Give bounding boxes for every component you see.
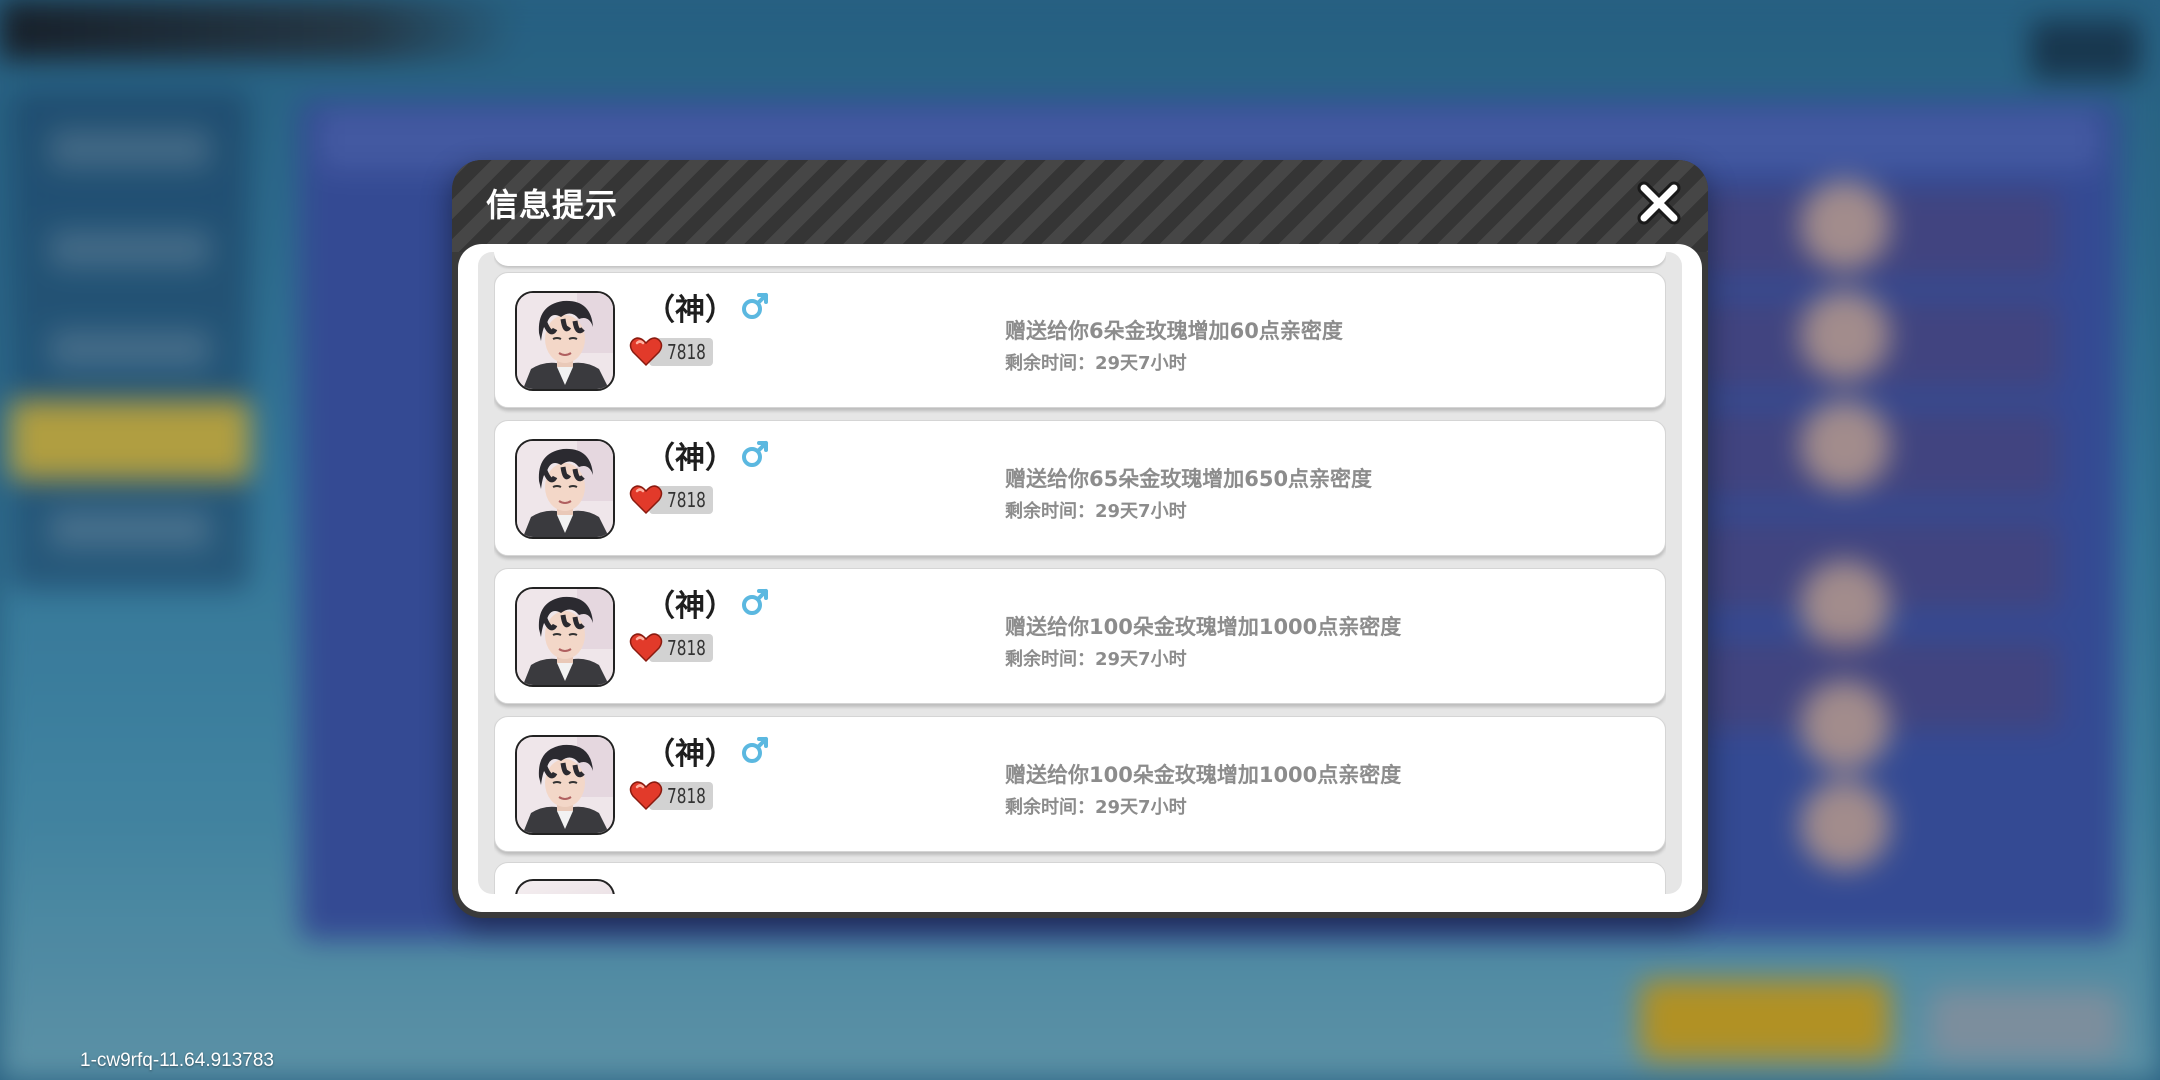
game-screen: 信息提示 （神） 7818 赠送给你6朵金玫瑰增加60点亲密度 剩余时间：29天… [0,0,2160,1080]
gift-message: 赠送给你100朵金玫瑰增加1000点亲密度 [1005,615,1402,639]
message-card[interactable]: （神） 7818 赠送给你100朵金玫瑰增加1000点亲密度 剩余时间：29天7… [494,716,1666,852]
close-button[interactable] [1636,180,1682,226]
avatar[interactable] [515,735,615,835]
message-card[interactable]: （神） 7818 赠送给你6朵金玫瑰增加60点亲密度 剩余时间：29天7小时 [494,272,1666,408]
portrait-image [517,589,613,685]
remaining-time: 剩余时间：29天7小时 [1005,649,1187,670]
intimacy-value: 7818 [667,340,706,364]
player-name: （神） [645,589,735,624]
dialog-body: （神） 7818 赠送给你6朵金玫瑰增加60点亲密度 剩余时间：29天7小时 （… [458,244,1702,912]
list-item-partial-top [494,252,1666,266]
male-gender-icon [742,293,768,319]
message-card[interactable]: （神） 7818 赠送给你65朵金玫瑰增加650点亲密度 剩余时间：29天7小时 [494,420,1666,556]
dialog-header: 信息提示 [452,160,1708,252]
remaining-time: 剩余时间：29天7小时 [1005,797,1187,818]
intimacy-value: 7818 [667,636,706,660]
portrait-image [517,737,613,833]
heart-icon [629,485,663,515]
message-list-frame: （神） 7818 赠送给你6朵金玫瑰增加60点亲密度 剩余时间：29天7小时 （… [478,252,1682,894]
portrait-image [517,441,613,537]
intimacy-value: 7818 [667,784,706,808]
avatar[interactable] [515,439,615,539]
portrait-image [517,293,613,389]
intimacy-value: 7818 [667,488,706,512]
male-gender-icon [742,589,768,615]
player-name: （神） [645,293,735,328]
message-list[interactable]: （神） 7818 赠送给你6朵金玫瑰增加60点亲密度 剩余时间：29天7小时 （… [494,252,1666,894]
remaining-time: 剩余时间：29天7小时 [1005,501,1187,522]
avatar[interactable] [515,291,615,391]
player-name: （神） [645,737,735,772]
list-item-partial-bottom [494,862,1666,894]
info-dialog: 信息提示 （神） 7818 赠送给你6朵金玫瑰增加60点亲密度 剩余时间：29天… [452,160,1708,918]
remaining-time: 剩余时间：29天7小时 [1005,353,1187,374]
avatar[interactable] [515,587,615,687]
gift-message: 赠送给你100朵金玫瑰增加1000点亲密度 [1005,763,1402,787]
male-gender-icon [742,441,768,467]
close-icon [1637,181,1681,225]
heart-icon [629,781,663,811]
dialog-title: 信息提示 [486,186,619,224]
message-card[interactable]: （神） 7818 赠送给你100朵金玫瑰增加1000点亲密度 剩余时间：29天7… [494,568,1666,704]
build-version-label: 1-cw9rfq-11.64.913783 [80,1050,274,1071]
avatar [515,879,615,894]
gift-message: 赠送给你6朵金玫瑰增加60点亲密度 [1005,319,1343,343]
player-name: （神） [645,441,735,476]
heart-icon [629,633,663,663]
male-gender-icon [742,737,768,763]
heart-icon [629,337,663,367]
gift-message: 赠送给你65朵金玫瑰增加650点亲密度 [1005,467,1373,491]
